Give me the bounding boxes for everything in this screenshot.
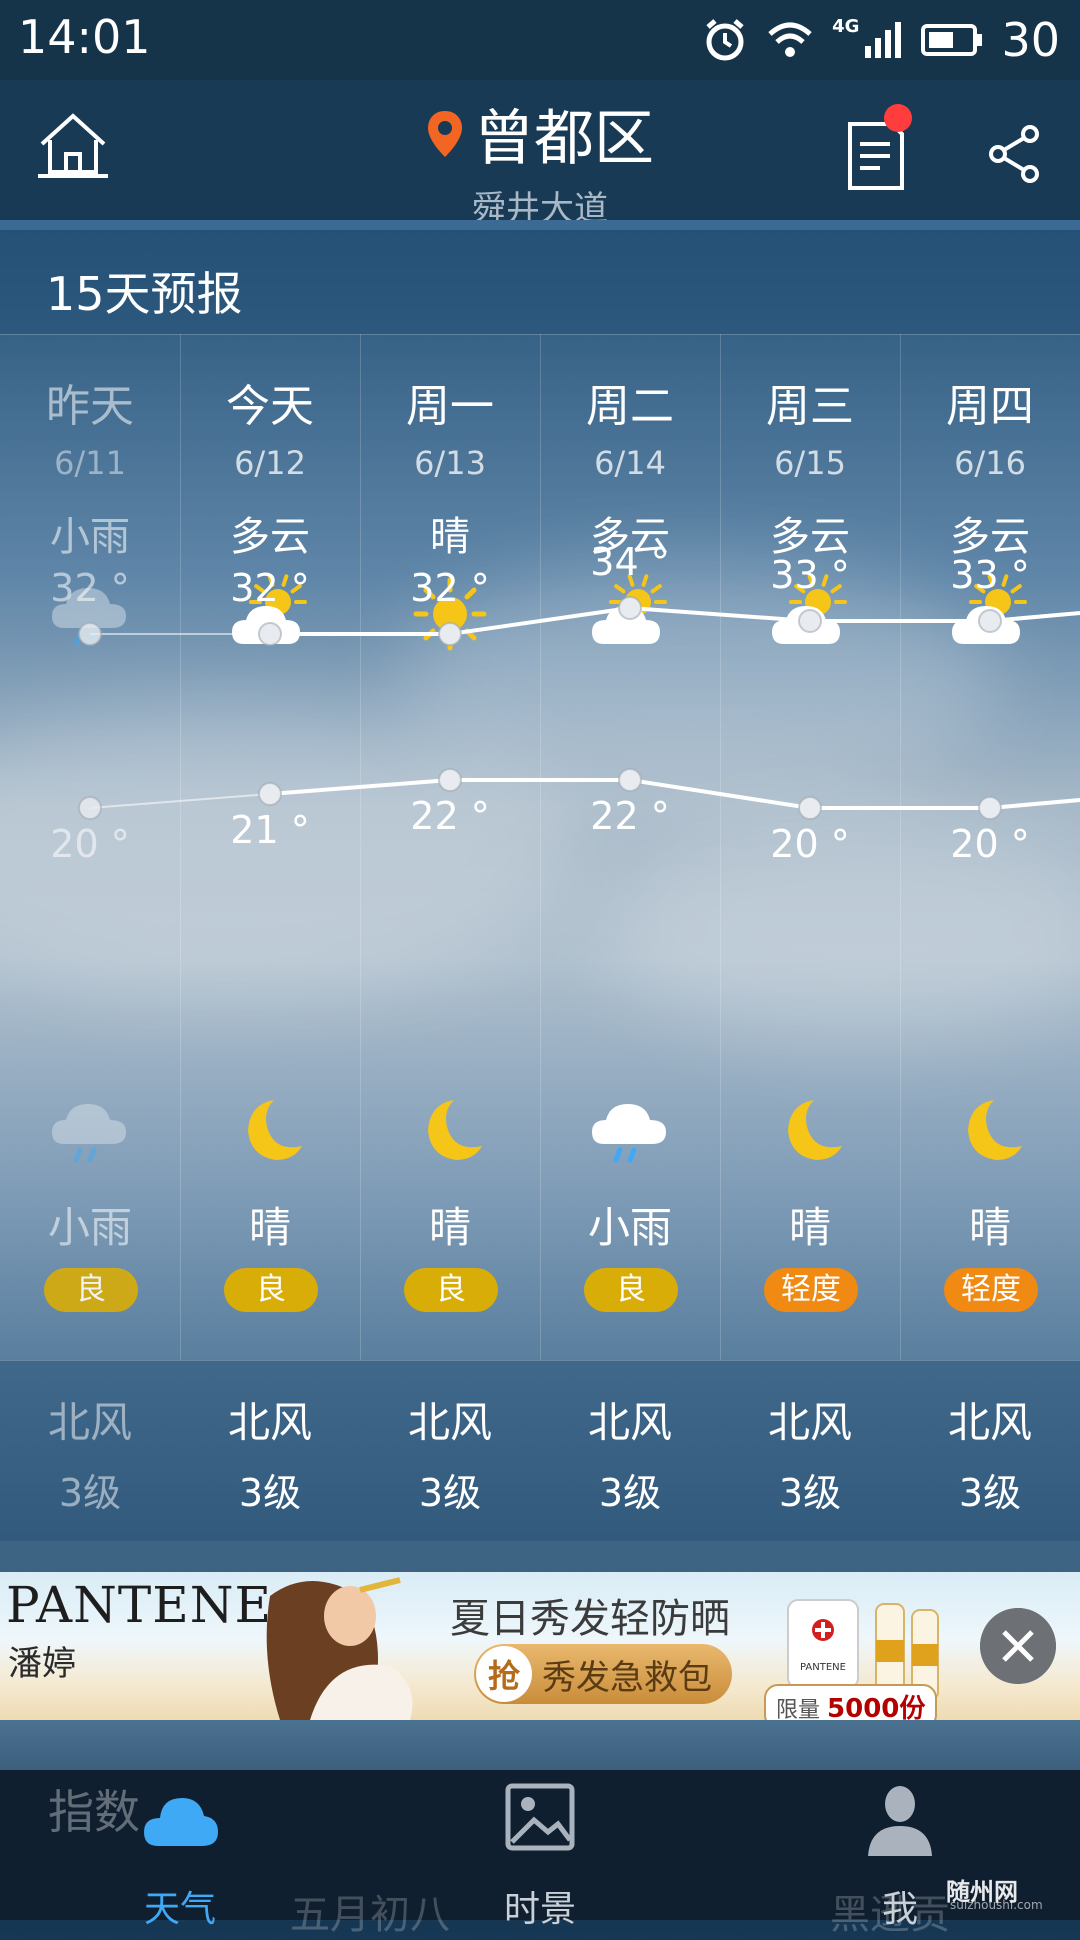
- low-temp-segment: [989, 798, 1080, 810]
- ad-headline: 夏日秀发轻防晒: [450, 1596, 730, 1642]
- wind-level: 3级: [418, 1471, 482, 1515]
- status-icons: 4G 30: [702, 10, 1060, 70]
- ad-cta-button[interactable]: 抢 秀发急救包: [474, 1644, 732, 1704]
- wind-direction: 北风: [407, 1398, 492, 1447]
- ad-limit-value: 5000份: [827, 1694, 926, 1720]
- low-temp-label: 20 °: [50, 822, 130, 866]
- ad-model-image: [266, 1577, 413, 1720]
- high-temp-segment: [449, 606, 631, 636]
- forecast-header: 15天预报: [0, 230, 1080, 335]
- tab-scenery[interactable]: 时景: [440, 1780, 640, 1930]
- high-temp-segment: [629, 606, 811, 623]
- ad-limit-prefix: 限量: [776, 1698, 821, 1720]
- low-temp-point: [618, 768, 642, 792]
- low-temp-point: [438, 768, 462, 792]
- wind-direction: 北风: [947, 1398, 1032, 1447]
- picture-icon: [505, 1783, 575, 1851]
- tab-weather[interactable]: 天气: [80, 1780, 280, 1930]
- high-temp-label: 32 °: [50, 566, 130, 610]
- low-temp-label: 20 °: [950, 822, 1030, 866]
- index-strip: [0, 1720, 1080, 1770]
- wind-direction: 北风: [47, 1398, 132, 1447]
- ad-brand: PANTENE: [6, 1576, 273, 1634]
- ad-limit-badge: 限量 5000份: [764, 1684, 938, 1720]
- wind-direction: 北风: [767, 1398, 852, 1447]
- close-icon[interactable]: [980, 1608, 1056, 1684]
- high-temp-point: [978, 609, 1002, 633]
- user-icon: [868, 1786, 932, 1856]
- ad-cta-text: 秀发急救包: [542, 1657, 712, 1698]
- wind-info: 北风 3级: [900, 1389, 1080, 1517]
- battery-icon: [921, 24, 983, 56]
- low-temp-label: 21 °: [230, 808, 310, 852]
- watermark-url: suizhoushi.com: [950, 1898, 1043, 1912]
- low-temp-point: [258, 782, 282, 806]
- forecast-title: 15天预报: [46, 267, 243, 321]
- high-temp-label: 33 °: [770, 553, 850, 597]
- high-temp-point: [798, 609, 822, 633]
- city-name: 曾都区: [474, 104, 654, 174]
- high-temp-point: [258, 622, 282, 646]
- share-icon[interactable]: [986, 124, 1042, 184]
- wind-direction: 北风: [587, 1398, 672, 1447]
- low-temp-point: [78, 796, 102, 820]
- status-time: 14:01: [18, 10, 151, 64]
- high-temp-segment: [989, 611, 1080, 623]
- tab-scenery-label: 时景: [503, 1889, 576, 1930]
- tab-weather-label: 天气: [143, 1889, 216, 1930]
- cloud-icon: [144, 1798, 218, 1846]
- wifi-icon: [768, 22, 812, 57]
- wind-info: 北风 3级: [0, 1389, 180, 1517]
- low-temp-segment: [269, 778, 451, 796]
- header-divider: [0, 220, 1080, 230]
- low-temp-point: [978, 796, 1002, 820]
- battery-level: 30: [1001, 13, 1060, 67]
- wind-level: 3级: [778, 1471, 842, 1515]
- low-temp-label: 22 °: [590, 794, 670, 838]
- high-temp-label: 32 °: [230, 566, 310, 610]
- location-pin-icon: [428, 110, 462, 157]
- wind-level: 3级: [238, 1471, 302, 1515]
- wind-level: 3级: [958, 1471, 1022, 1515]
- ad-cta-badge: 抢: [476, 1646, 532, 1702]
- status-bar: 14:01 4G 30: [0, 0, 1080, 80]
- ad-product-label: PANTENE: [800, 1662, 846, 1673]
- wind-info: 北风 3级: [540, 1389, 720, 1517]
- top-bar: 曾都区 舜井大道: [0, 80, 1080, 229]
- alarm-icon: [706, 19, 744, 61]
- low-temp-point: [798, 796, 822, 820]
- wind-row: 北风 3级 北风 3级 北风 3级 北风 3级 北风 3级 北风 3级: [0, 1360, 1080, 1541]
- wind-info: 北风 3级: [180, 1389, 360, 1517]
- wind-info: 北风 3级: [720, 1389, 900, 1517]
- high-temp-label: 33 °: [950, 553, 1030, 597]
- high-temp-point: [78, 622, 102, 646]
- high-temp-label: 32 °: [410, 566, 490, 610]
- low-temp-label: 20 °: [770, 822, 850, 866]
- low-temp-segment: [89, 793, 271, 809]
- network-type: 4G: [832, 16, 860, 37]
- signal-icon: [865, 22, 902, 58]
- wind-level: 3级: [58, 1471, 122, 1515]
- ad-banner[interactable]: PANTENE 潘婷 夏日秀发轻防晒 抢 秀发急救包 PANTENE 限量 50…: [0, 1572, 1080, 1720]
- notification-dot: [884, 104, 912, 132]
- ad-brand-cn: 潘婷: [8, 1644, 76, 1684]
- high-temp-label: 34 °: [590, 540, 670, 584]
- lunar-date: 五月初八: [290, 1892, 450, 1938]
- low-temp-label: 22 °: [410, 794, 490, 838]
- location-title[interactable]: 曾都区 舜井大道: [0, 90, 1080, 230]
- wind-level: 3级: [598, 1471, 662, 1515]
- wind-info: 北风 3级: [360, 1389, 540, 1517]
- high-temp-point: [618, 596, 642, 620]
- high-temp-point: [438, 622, 462, 646]
- wind-direction: 北风: [227, 1398, 312, 1447]
